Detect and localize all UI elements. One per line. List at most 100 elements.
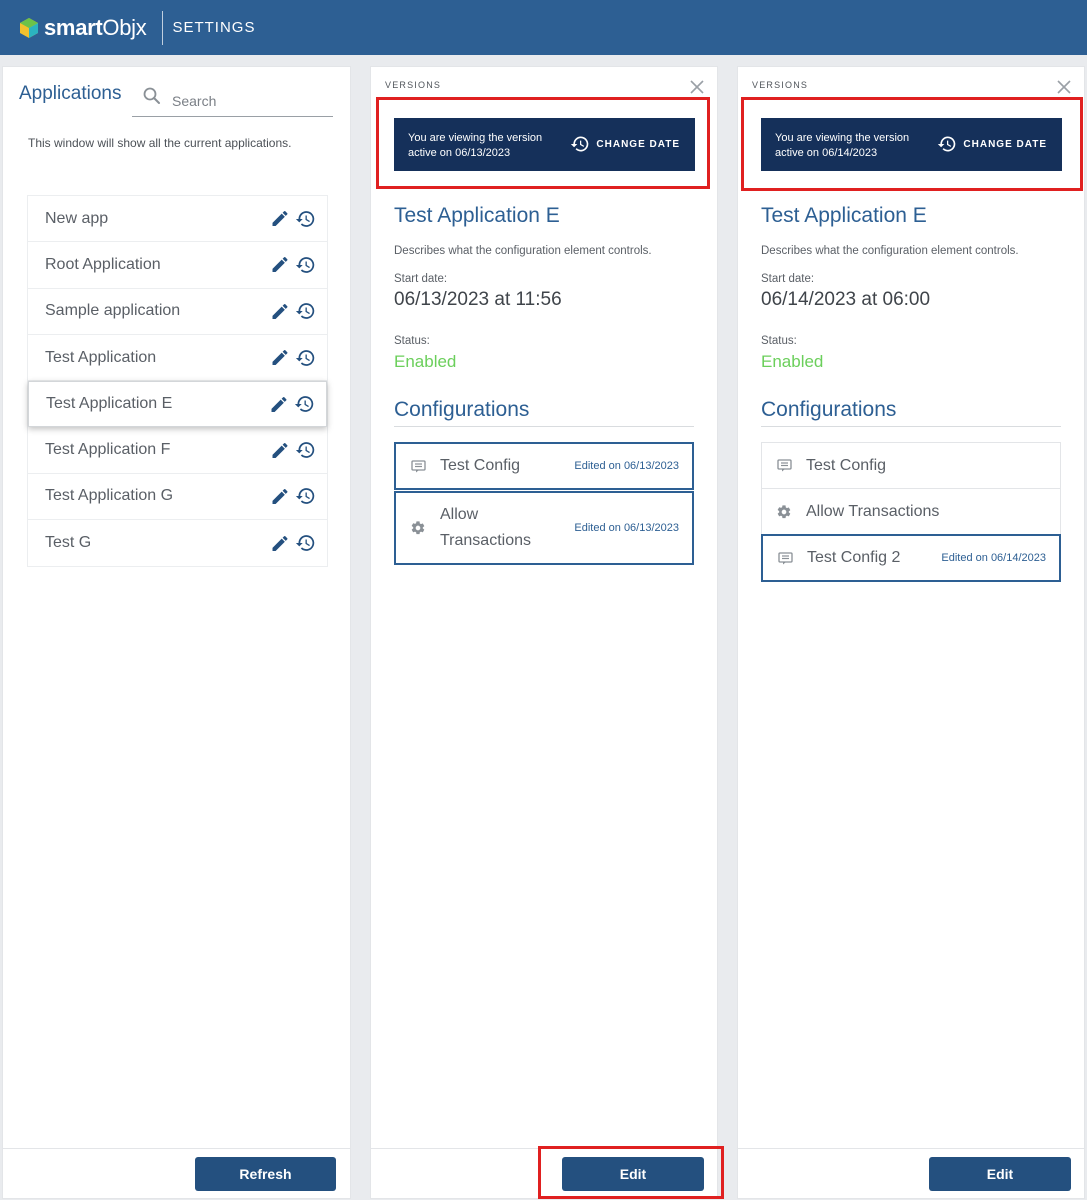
configuration-icon — [776, 504, 792, 520]
history-icon[interactable] — [295, 533, 316, 554]
configuration-icon — [776, 459, 792, 472]
search-box — [132, 81, 333, 117]
application-actions — [270, 440, 316, 461]
configuration-list: Test Config Allow Transactions Test Config… — [761, 442, 1061, 583]
version-footer: Edit — [738, 1148, 1084, 1198]
application-actions — [269, 394, 315, 415]
versions-panel-0614: VERSIONS You are viewing the version act… — [737, 66, 1085, 1199]
configuration-icon — [777, 551, 793, 565]
configuration-label: Test Config — [806, 456, 887, 474]
pencil-icon[interactable] — [270, 301, 290, 321]
logo-text: smartObjx — [44, 14, 147, 40]
configuration-row[interactable]: Test Config — [761, 442, 1061, 488]
application-row[interactable]: Root Application — [28, 242, 327, 289]
application-label: Test Application G — [45, 487, 174, 505]
page-title: SETTINGS — [172, 19, 256, 36]
history-icon[interactable] — [295, 440, 316, 461]
status-value: Enabled — [394, 352, 457, 371]
application-actions — [270, 486, 316, 507]
pencil-icon[interactable] — [270, 209, 290, 229]
header-divider — [162, 10, 164, 45]
version-app-title: Test Application E — [394, 204, 560, 227]
configuration-row[interactable]: Test Config 2 Edited on 06/14/2023 — [761, 534, 1061, 582]
application-row[interactable]: Test Application F — [28, 427, 327, 474]
configuration-row[interactable]: Test Config Edited on 06/13/2023 — [394, 442, 694, 490]
application-row[interactable]: Test Application — [28, 335, 327, 382]
chat-icon — [410, 459, 426, 472]
configuration-label: Test Config 2 — [807, 549, 901, 566]
application-label: Test Application — [45, 348, 157, 366]
applications-title: Applications — [19, 83, 122, 104]
configuration-icon — [410, 520, 426, 536]
application-actions — [270, 208, 316, 229]
highlight-banner-left — [376, 97, 710, 189]
application-label: Test G — [45, 534, 92, 552]
configuration-row[interactable]: Allow Transactions — [761, 488, 1061, 534]
smartobjx-logo[interactable]: smartObjx — [18, 14, 147, 41]
gear-icon — [777, 504, 791, 518]
edited-date: Edited on 06/13/2023 — [574, 460, 679, 472]
configuration-row[interactable]: Allow Transactions Edited on 06/13/2023 — [394, 491, 694, 565]
application-label: Test Application F — [45, 441, 171, 459]
versions-panel-0613: VERSIONS You are viewing the version act… — [370, 66, 718, 1199]
hexagon-logo-icon — [20, 17, 38, 38]
application-label: New app — [45, 209, 109, 227]
configuration-label: Test Config — [440, 457, 521, 474]
start-date-label: Start date: — [394, 273, 448, 285]
status-label: Status: — [761, 335, 797, 347]
configuration-list: Test Config Edited on 06/13/2023 Allow Tra… — [394, 442, 694, 566]
chat-icon — [776, 459, 792, 472]
configurations-title: Configurations — [761, 398, 1061, 427]
highlight-banner-right — [741, 97, 1083, 191]
application-label: Test Application E — [46, 395, 173, 413]
versions-label: VERSIONS — [752, 80, 809, 90]
chat-icon — [777, 551, 793, 564]
application-row[interactable]: Test G — [28, 520, 327, 566]
configuration-label: Allow Transactions — [440, 506, 531, 549]
version-description: Describes what the configuration element… — [394, 245, 652, 257]
application-row[interactable]: New app — [28, 196, 327, 243]
versions-label: VERSIONS — [385, 80, 442, 90]
history-icon[interactable] — [295, 208, 316, 229]
edited-date: Edited on 06/14/2023 — [941, 552, 1046, 564]
version-app-title: Test Application E — [761, 204, 927, 227]
start-date-value: 06/13/2023 at 11:56 — [394, 289, 562, 310]
refresh-button[interactable]: Refresh — [195, 1157, 336, 1191]
pencil-icon[interactable] — [270, 440, 290, 460]
history-icon[interactable] — [295, 347, 316, 368]
start-date-label: Start date: — [761, 273, 815, 285]
applications-panel: Applications This window will show all t… — [2, 66, 351, 1199]
history-icon[interactable] — [295, 254, 316, 275]
pencil-icon[interactable] — [270, 348, 290, 368]
edited-date: Edited on 06/13/2023 — [574, 522, 679, 534]
search-icon — [143, 87, 160, 104]
application-row[interactable]: Test Application E — [28, 381, 327, 428]
history-icon[interactable] — [295, 486, 316, 507]
configurations-title: Configurations — [394, 398, 694, 427]
start-date-value: 06/14/2023 at 06:00 — [761, 289, 931, 310]
application-list: New app Root Application Sample applicatio… — [27, 195, 328, 568]
status-value: Enabled — [761, 352, 824, 371]
close-icon[interactable] — [689, 79, 705, 95]
pencil-icon[interactable] — [270, 486, 290, 506]
pencil-icon[interactable] — [269, 394, 289, 414]
history-icon[interactable] — [295, 301, 316, 322]
status-label: Status: — [394, 335, 430, 347]
application-actions — [270, 254, 316, 275]
app-header: smartObjx SETTINGS — [0, 0, 1087, 55]
history-icon[interactable] — [294, 394, 315, 415]
application-row[interactable]: Test Application G — [28, 474, 327, 521]
application-row[interactable]: Sample application — [28, 289, 327, 335]
version-description: Describes what the configuration element… — [761, 245, 1019, 257]
application-actions — [270, 301, 316, 322]
pencil-icon[interactable] — [270, 533, 290, 553]
close-icon[interactable] — [1056, 79, 1072, 95]
applications-footer: Refresh — [3, 1148, 350, 1198]
edit-button[interactable]: Edit — [929, 1157, 1071, 1191]
application-actions — [270, 347, 316, 368]
application-actions — [270, 533, 316, 554]
pencil-icon[interactable] — [270, 255, 290, 275]
highlight-edit-button — [538, 1146, 724, 1199]
search-input[interactable] — [172, 93, 322, 109]
applications-description: This window will show all the current ap… — [28, 136, 292, 150]
